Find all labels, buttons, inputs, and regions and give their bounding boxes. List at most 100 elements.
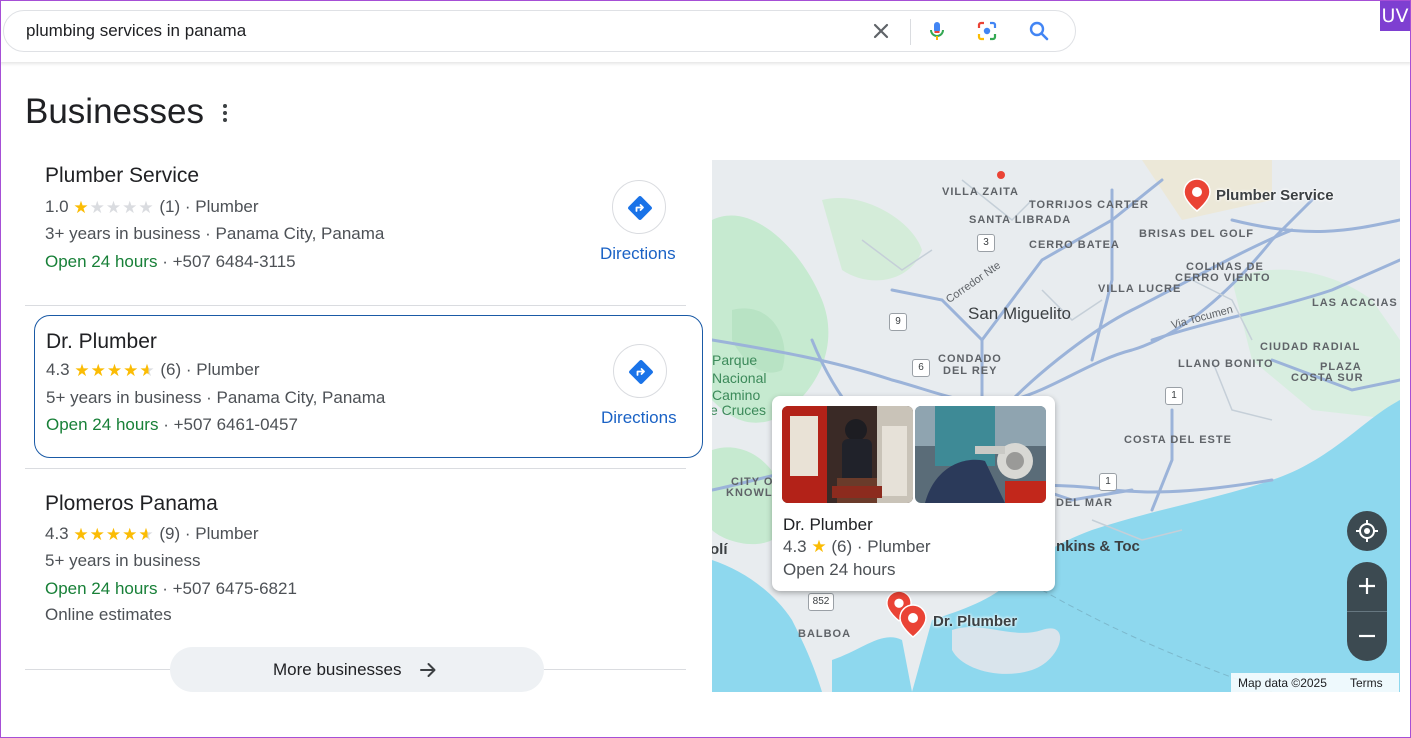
popup-business-name[interactable]: Dr. Plumber [783,515,873,535]
phone-number[interactable]: · +507 6461-0457 [163,415,298,434]
map-label: Parque [712,352,758,368]
open-status: Open 24 hours [45,252,158,271]
business-card-plumber-service[interactable]: Plumber Service 1.0 ★★★★★ (1) · Plumber … [34,152,703,295]
rating-value: 1.0 [45,197,69,216]
map-attribution: Map data ©2025 Terms [1231,673,1399,692]
map-data-label: Map data ©2025 [1238,676,1327,690]
arrow-right-icon [420,663,436,677]
map-pin-icon[interactable] [899,603,927,639]
more-options-icon[interactable] [216,101,234,125]
directions-icon [628,196,652,220]
route-shield: 852 [808,593,834,611]
rating-line: 4.3 ★★★★★ (9) · Plumber [45,524,259,545]
popup-review-count: (6) [831,537,853,556]
my-location-button[interactable] [1347,511,1387,551]
phone-number[interactable]: · +507 6484-3115 [162,252,295,271]
route-shield: 6 [912,359,930,377]
map-label: CERRO VIENTO [1175,272,1271,284]
review-count: (6) [160,360,182,379]
business-photo[interactable] [915,406,1046,503]
map-pin-icon[interactable] [1183,178,1211,212]
map-label: CONDADO [938,353,1002,365]
route-shield: 1 [1165,387,1183,405]
directions-button[interactable] [613,344,667,398]
hours-line: Open 24 hours · +507 6461-0457 [46,415,298,435]
map-label: BRISAS DEL GOLF [1139,228,1255,240]
pin-label[interactable]: Plumber Service [1216,187,1334,204]
business-card-dr-plumber[interactable]: Dr. Plumber 4.3 ★★★★★ (6) · Plumber 5+ y… [34,315,703,458]
divider [25,468,686,469]
zoom-out-icon[interactable] [1357,626,1377,646]
business-photo[interactable] [782,406,913,503]
directions-button[interactable] [612,180,666,234]
rating-line: 4.3 ★★★★★ (6) · Plumber [46,360,260,381]
extension-badge[interactable]: UV [1380,1,1410,31]
map-label: SANTA LIBRADA [969,214,1072,226]
terms-link[interactable]: Terms [1350,676,1383,690]
microphone-icon[interactable] [925,19,949,43]
map-label: Nacional [712,370,767,386]
business-category: · Plumber [185,360,260,379]
route-shield: 3 [977,234,995,252]
business-category: · Plumber [184,524,259,543]
clear-icon[interactable] [869,19,893,43]
divider [25,669,170,670]
search-box[interactable]: plumbing services in panama [3,10,1076,52]
business-card-plomeros-panama[interactable]: Plomeros Panama 4.3 ★★★★★ (9) · Plumber … [34,478,703,624]
search-input[interactable]: plumbing services in panama [26,21,246,41]
popup-hours: Open 24 hours [783,560,896,579]
map-label: LAS ACACIAS [1312,297,1398,309]
divider [25,305,686,306]
star-rating: ★★★★★ [73,525,155,544]
popup-rating-line: 4.3 ★ (6) · Plumber [783,537,931,557]
rating-value: 4.3 [46,360,70,379]
map-label: DEL REY [943,365,998,377]
service-option: Online estimates [45,605,172,624]
star-rating: ★★★★★ [73,198,155,217]
open-status: Open 24 hours [45,579,158,598]
map-label: COSTA SUR [1291,372,1364,384]
map-info-popup[interactable]: Dr. Plumber 4.3 ★ (6) · Plumber Open 24 … [772,396,1055,591]
directions-link[interactable]: Directions [600,244,676,264]
hours-line: Open 24 hours · +507 6484-3115 [45,252,296,272]
business-name[interactable]: Dr. Plumber [46,330,157,354]
business-category: · Plumber [184,197,259,216]
map-label: COSTA DEL ESTE [1124,434,1232,446]
map-label: e Cruces [712,402,767,418]
more-businesses-label: More businesses [273,660,402,679]
search-divider [910,19,911,45]
review-count: (1) [159,197,181,216]
zoom-controls [1347,562,1387,661]
map-label: LLANO BONITO [1178,358,1274,370]
zoom-divider [1347,611,1387,612]
lens-icon[interactable] [975,19,999,43]
map-label: DEL MAR [1056,497,1113,509]
business-name[interactable]: Plomeros Panama [45,492,218,516]
more-businesses-button[interactable]: More businesses [170,647,544,692]
star-icon: ★ [811,537,827,556]
zoom-in-icon[interactable] [1357,576,1377,596]
business-details: 5+ years in business [45,551,201,570]
directions-icon [629,360,653,384]
map-label: Camino [712,387,761,403]
review-count: (9) [159,524,181,543]
section-title: Businesses [25,92,204,131]
top-bar: plumbing services in panama [0,0,1411,62]
phone-number[interactable]: · +507 6475-6821 [162,579,297,598]
open-status: Open 24 hours [46,415,159,434]
map-label: olí [712,541,728,558]
star-rating: ★★★★★ [74,361,156,380]
map-label: VILLA ZAITA [942,186,1019,198]
route-shield: 9 [889,313,907,331]
directions-link[interactable]: Directions [601,408,677,428]
crosshair-icon [1356,520,1378,542]
pin-label[interactable]: Dr. Plumber [933,613,1017,630]
map-label: CIUDAD RADIAL [1260,341,1361,353]
map-label: BALBOA [798,628,852,640]
search-icon[interactable] [1027,19,1051,43]
map-label: nkins & Toc [1056,538,1140,555]
map-label: CERRO BATEA [1029,239,1120,251]
business-details: 5+ years in business · Panama City, Pana… [46,388,386,407]
business-name[interactable]: Plumber Service [45,164,199,188]
rating-value: 4.3 [45,524,69,543]
